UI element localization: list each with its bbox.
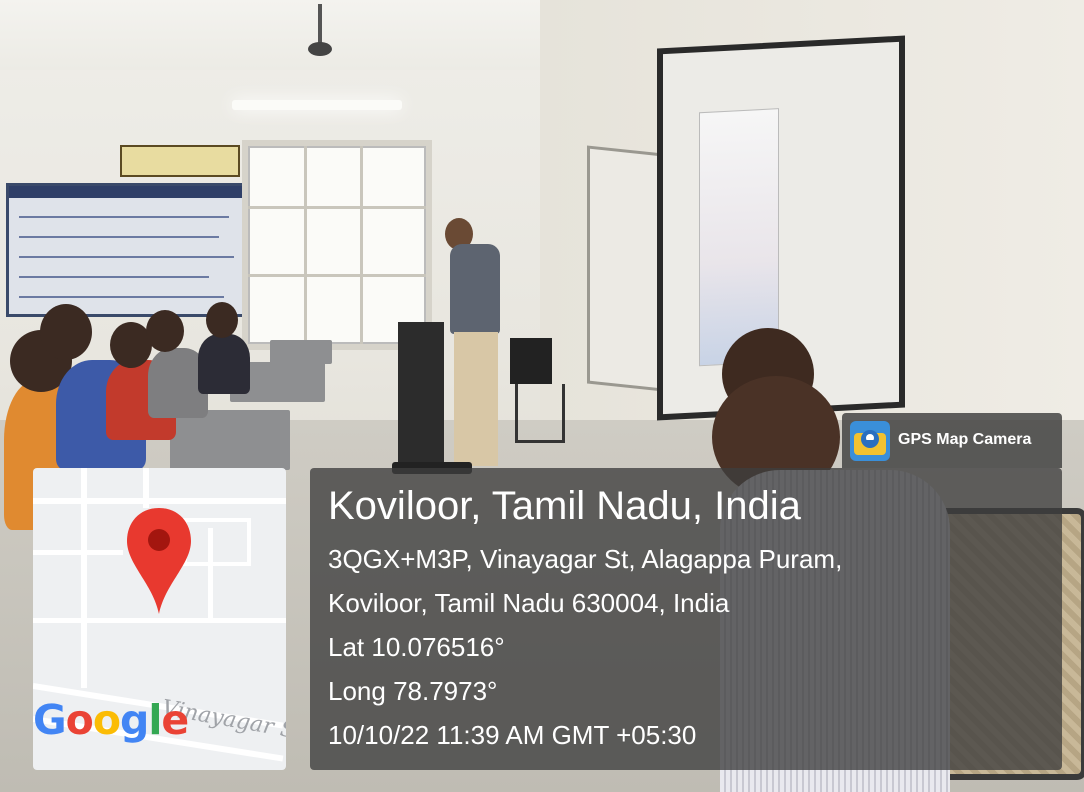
google-logo-letter: l bbox=[148, 696, 162, 744]
podium bbox=[398, 322, 444, 472]
map-pin-icon bbox=[123, 506, 195, 616]
address-line-2: Koviloor, Tamil Nadu 630004, India bbox=[328, 588, 730, 618]
map-thumbnail: Vinayagar St Google bbox=[33, 468, 286, 770]
window bbox=[242, 140, 432, 350]
history-chart-board bbox=[6, 183, 250, 317]
gps-camera-icon bbox=[850, 421, 890, 461]
desk bbox=[270, 340, 332, 364]
tube-light bbox=[232, 100, 402, 110]
pa-speaker bbox=[510, 338, 552, 384]
wall-sign bbox=[120, 145, 240, 177]
student-head bbox=[40, 304, 92, 360]
google-logo: Google bbox=[33, 696, 189, 744]
student-head bbox=[146, 310, 184, 352]
google-logo-letter: g bbox=[120, 696, 149, 744]
address-line-1: 3QGX+M3P, Vinayagar St, Alagappa Puram, bbox=[328, 544, 843, 574]
google-logo-letter: G bbox=[33, 696, 67, 744]
location-title: Koviloor, Tamil Nadu, India bbox=[328, 484, 801, 528]
speaker-stand bbox=[515, 384, 565, 443]
classroom-photo: GPS Map Camera Vinayagar St Google Kovil… bbox=[0, 0, 1084, 792]
longitude: Long 78.7973° bbox=[328, 676, 498, 706]
app-name: GPS Map Camera bbox=[898, 431, 1032, 448]
location-info-panel: Koviloor, Tamil Nadu, India 3QGX+M3P, Vi… bbox=[310, 468, 1062, 770]
desk bbox=[170, 410, 290, 470]
timestamp: 10/10/22 11:39 AM GMT +05:30 bbox=[328, 720, 697, 750]
speaker bbox=[450, 244, 500, 334]
google-logo-letter: o bbox=[92, 696, 121, 744]
speaker-legs bbox=[454, 332, 498, 466]
student-head bbox=[206, 302, 238, 338]
app-badge: GPS Map Camera bbox=[842, 413, 1062, 468]
latitude: Lat 10.076516° bbox=[328, 632, 505, 662]
google-logo-letter: o bbox=[65, 696, 94, 744]
ceiling-fan-icon bbox=[300, 4, 340, 64]
student bbox=[198, 334, 250, 394]
google-logo-letter: e bbox=[161, 696, 189, 744]
